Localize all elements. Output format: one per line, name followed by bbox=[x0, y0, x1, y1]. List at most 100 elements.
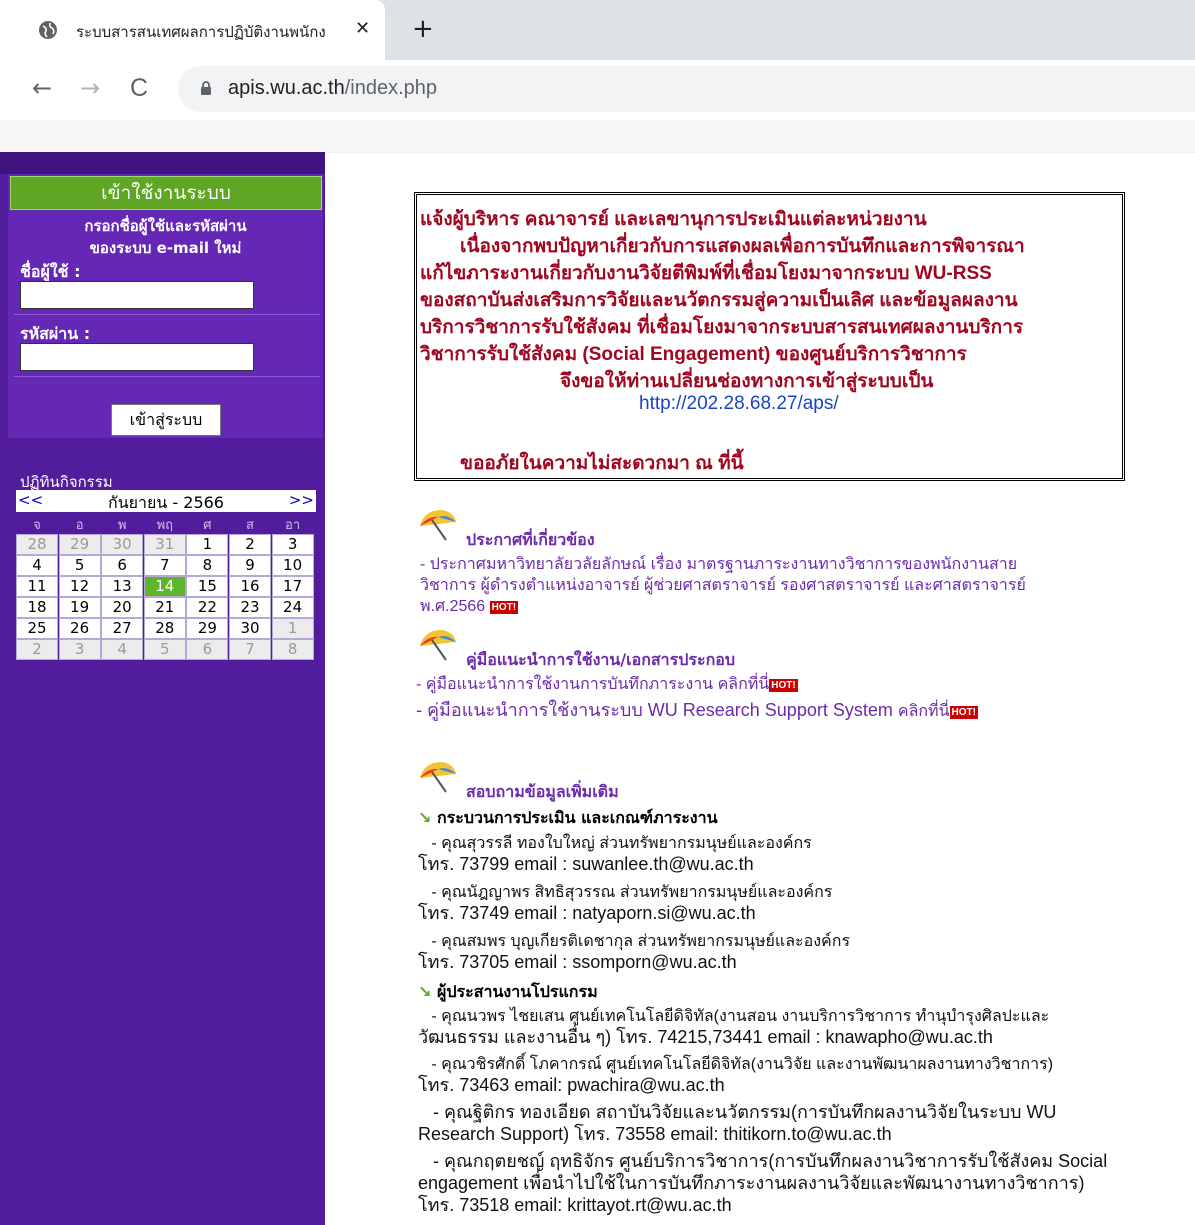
arrow-icon: ↘ bbox=[418, 808, 432, 827]
username-input[interactable] bbox=[20, 281, 254, 309]
bookmarks-bar bbox=[0, 120, 1195, 153]
back-icon[interactable]: ← bbox=[32, 74, 52, 102]
umbrella-icon bbox=[420, 510, 456, 541]
calendar-day[interactable]: 16 bbox=[229, 576, 271, 597]
calendar-day[interactable]: 7 bbox=[143, 555, 186, 576]
calendar-day[interactable]: 23 bbox=[229, 597, 271, 618]
calendar-day[interactable]: 24 bbox=[271, 597, 314, 618]
click-here-link[interactable]: คลิกที่นี่ bbox=[718, 676, 770, 693]
calendar-day[interactable]: 26 bbox=[58, 618, 101, 639]
login-button[interactable]: เข้าสู่ระบบ bbox=[111, 404, 221, 436]
coordinator-line: engagement เพื่อนำไปใช้ในการบันทึกภาระงา… bbox=[418, 1173, 1085, 1193]
url-host: apis.wu.ac.th bbox=[228, 77, 345, 99]
notice-link[interactable]: http://202.28.68.27/aps/ bbox=[639, 393, 839, 415]
calendar-day[interactable]: 2 bbox=[16, 639, 58, 660]
announcement-line[interactable]: - ประกาศมหาวิทยาลัยวลัยลักษณ์ เรื่อง มาต… bbox=[420, 555, 1017, 575]
contact-person: - คุณนัฎญาพร สิทธิสุวรรณ ส่วนทรัพยากรมนุ… bbox=[418, 884, 833, 901]
calendar-day[interactable]: 4 bbox=[16, 555, 58, 576]
calendar-day[interactable]: 30 bbox=[229, 618, 271, 639]
contact-phone-email: โทร. 73705 email : ssomporn@wu.ac.th bbox=[418, 952, 737, 972]
calendar-day[interactable]: 28 bbox=[143, 618, 186, 639]
tab-title: ระบบสารสนเทศผลการปฏิบัติงานพนักง bbox=[76, 24, 326, 41]
calendar-day[interactable]: 13 bbox=[101, 576, 144, 597]
calendar-day[interactable]: 5 bbox=[58, 555, 101, 576]
calendar-day[interactable]: 18 bbox=[16, 597, 58, 618]
calendar-day[interactable]: 12 bbox=[58, 576, 101, 597]
calendar-prev-link[interactable]: << bbox=[18, 491, 43, 509]
calendar-day[interactable]: 21 bbox=[143, 597, 186, 618]
calendar-day[interactable]: 15 bbox=[186, 576, 229, 597]
manual-item-text[interactable]: - คู่มือแนะนำการใช้งานการบันทึกภาระงาน bbox=[416, 676, 718, 693]
notice-line: บริการวิชาการรับใช้สังคม ที่เชื่อมโยงมาจ… bbox=[420, 317, 1024, 338]
calendar-day[interactable]: 9 bbox=[229, 555, 271, 576]
umbrella-icon bbox=[420, 762, 456, 793]
globe-icon bbox=[39, 21, 57, 39]
calendar-weekday: อ bbox=[75, 518, 84, 533]
hot-badge: HOT! bbox=[769, 679, 798, 692]
url-path: /index.php bbox=[344, 77, 438, 99]
calendar-day[interactable]: 3 bbox=[58, 639, 101, 660]
click-here-link[interactable]: คลิกที่นี่ bbox=[898, 703, 950, 720]
calendar-day[interactable]: 6 bbox=[186, 639, 229, 660]
calendar-day[interactable]: 28 bbox=[16, 534, 58, 555]
calendar-day[interactable]: 3 bbox=[271, 534, 314, 555]
browser-tab[interactable]: ระบบสารสนเทศผลการปฏิบัติงานพนักง ✕ bbox=[0, 0, 385, 60]
hot-badge: HOT! bbox=[489, 601, 519, 614]
calendar-day[interactable]: 10 bbox=[271, 555, 314, 576]
calendar-weekday: พ bbox=[117, 518, 127, 533]
announcement-year[interactable]: พ.ศ.2566 bbox=[420, 598, 485, 615]
coordinator-line: - คุณกฤตยชญ์ ฤทธิจักร ศูนย์บริการวิชาการ… bbox=[418, 1151, 1108, 1171]
calendar-day[interactable]: 31 bbox=[143, 534, 186, 555]
calendar-day[interactable]: 22 bbox=[186, 597, 229, 618]
calendar-day[interactable]: 29 bbox=[58, 534, 101, 555]
calendar-next-link[interactable]: >> bbox=[289, 491, 314, 509]
notice-line: จึงขอให้ท่านเปลี่ยนช่องทางการเข้าสู่ระบบ… bbox=[560, 371, 934, 392]
calendar-day[interactable]: 6 bbox=[101, 555, 144, 576]
manual-item[interactable]: - คู่มือแนะนำการใช้งานระบบ WU Research S… bbox=[416, 700, 978, 722]
calendar-day-today[interactable]: 14 bbox=[143, 576, 186, 597]
coordinator-line: - คุณนวพร ไชยเสน ศูนย์เทคโนโลยีดิจิทัล(ง… bbox=[418, 1008, 1050, 1025]
calendar-day[interactable]: 30 bbox=[101, 534, 144, 555]
calendar-day[interactable]: 7 bbox=[229, 639, 271, 660]
forward-icon[interactable]: → bbox=[80, 74, 100, 102]
calendar-day[interactable]: 25 bbox=[16, 618, 58, 639]
calendar-day[interactable]: 8 bbox=[271, 639, 314, 660]
calendar-day[interactable]: 5 bbox=[143, 639, 186, 660]
divider bbox=[14, 376, 320, 377]
calendar-day[interactable]: 20 bbox=[101, 597, 144, 618]
notice-line: แก้ไขภาระงานเกี่ยวกับงานวิจัยตีพิมพ์ที่เ… bbox=[420, 263, 992, 284]
close-icon[interactable]: ✕ bbox=[355, 18, 370, 39]
manual-item-text[interactable]: - คู่มือแนะนำการใช้งานระบบ WU Research S… bbox=[416, 700, 898, 720]
calendar-weekdays: จ อ พ พฤ ศ ส อา bbox=[16, 514, 316, 534]
calendar-header: กันยายน - 2566 << >> bbox=[16, 490, 316, 512]
contact-phone-email: โทร. 73749 email : natyaporn.si@wu.ac.th bbox=[418, 903, 756, 923]
hot-badge: HOT! bbox=[949, 706, 978, 719]
calendar-day[interactable]: 29 bbox=[186, 618, 229, 639]
divider bbox=[14, 314, 320, 315]
login-note-line2: ของระบบ e-mail ใหม่ bbox=[89, 239, 242, 257]
calendar-day[interactable]: 8 bbox=[186, 555, 229, 576]
announcement-line[interactable]: วิชาการ ผู้ดำรงตำแหน่งอาจารย์ ผู้ช่วยศาส… bbox=[420, 576, 1026, 596]
address-bar[interactable]: apis.wu.ac.th/index.php bbox=[178, 66, 1195, 112]
password-input[interactable] bbox=[20, 343, 254, 371]
notice-line: แจ้งผู้บริหาร คณาจารย์ และเลขานุการประเม… bbox=[420, 209, 927, 230]
calendar-day[interactable]: 4 bbox=[101, 639, 144, 660]
login-header: เข้าใช้งานระบบ bbox=[10, 176, 322, 210]
calendar-weekday: จ bbox=[33, 518, 41, 533]
coordinator-line: โทร. 73463 email: pwachira@wu.ac.th bbox=[418, 1075, 725, 1095]
manual-item[interactable]: - คู่มือแนะนำการใช้งานการบันทึกภาระงาน ค… bbox=[416, 675, 798, 695]
calendar-day[interactable]: 19 bbox=[58, 597, 101, 618]
calendar-day[interactable]: 1 bbox=[271, 618, 314, 639]
notice-apology: ขออภัยในความไม่สะดวกมา ณ ที่นี้ bbox=[460, 453, 744, 474]
new-tab-icon[interactable]: + bbox=[412, 14, 434, 44]
notice-line: เนื่องจากพบปัญหาเกี่ยวกับการแสดงผลเพื่อก… bbox=[460, 236, 1025, 257]
calendar-day[interactable]: 2 bbox=[229, 534, 271, 555]
lock-icon bbox=[201, 81, 211, 95]
calendar-day[interactable]: 1 bbox=[186, 534, 229, 555]
announcement-line[interactable]: พ.ศ.2566 HOT! bbox=[420, 597, 519, 617]
calendar-day[interactable]: 11 bbox=[16, 576, 58, 597]
calendar-day[interactable]: 17 bbox=[271, 576, 314, 597]
calendar-day[interactable]: 27 bbox=[101, 618, 144, 639]
reload-icon[interactable]: C bbox=[130, 74, 148, 103]
contact-person: - คุณสมพร บุญเกียรติเดชากุล ส่วนทรัพยากร… bbox=[418, 933, 851, 950]
